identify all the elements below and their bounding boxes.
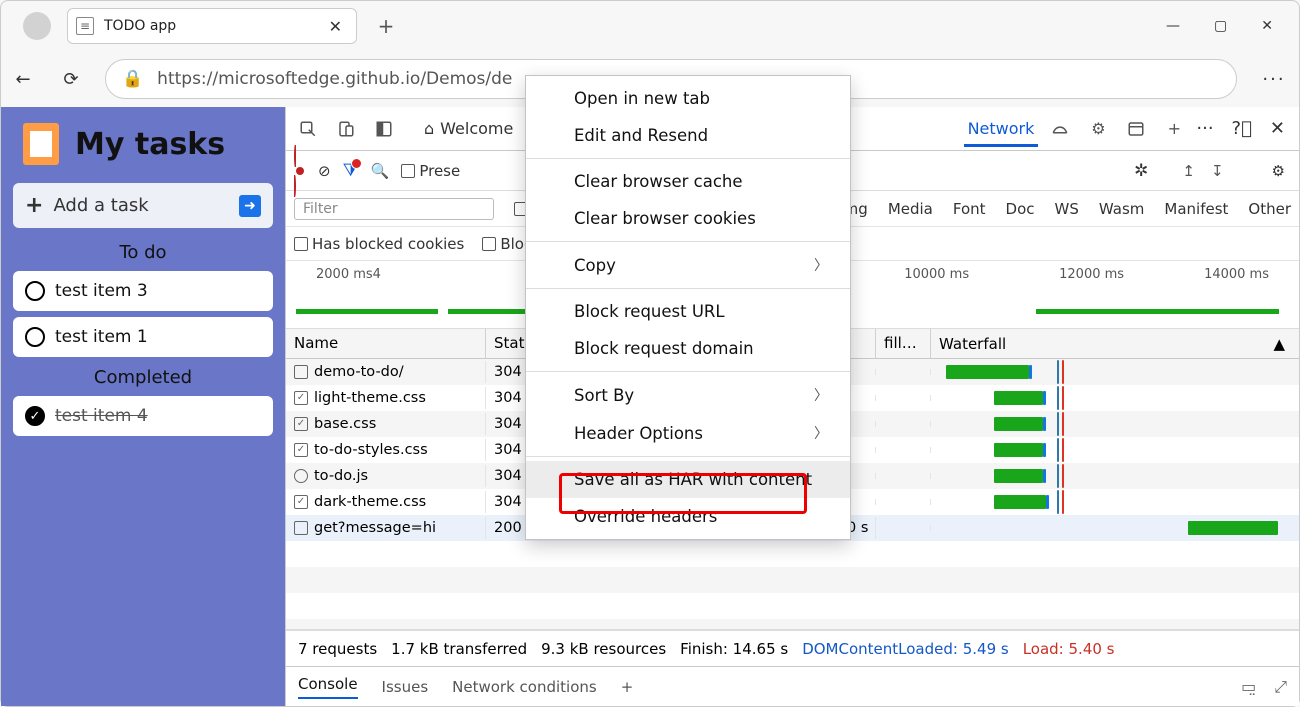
add-tab-icon[interactable]: + [1158,113,1190,145]
menu-header-options[interactable]: Header Options〉 [526,414,850,452]
menu-sort-by[interactable]: Sort By〉 [526,376,850,414]
window-close-icon[interactable]: ✕ [1261,18,1273,34]
help-icon[interactable]: ?⃝ [1232,118,1252,139]
chevron-right-icon: 〉 [814,385,828,405]
settings-wrench-icon[interactable]: ✲ [1134,161,1148,181]
add-drawer-tab-icon[interactable]: + [621,678,634,696]
back-button[interactable]: ← [9,69,37,90]
preserve-log-checkbox[interactable]: Prese [401,162,460,180]
filter-funnel-icon[interactable]: ⧩ [343,160,359,181]
drawer-tab-console[interactable]: Console [298,675,358,699]
section-done-title: Completed [13,367,273,388]
section-todo-title: To do [13,242,273,263]
tab-title: TODO app [104,18,315,34]
devtools-drawer: Console Issues Network conditions + ▭̤ ⤢ [286,666,1299,706]
filter-input[interactable]: Filter [294,198,494,220]
filter-tab[interactable]: Doc [1006,198,1035,220]
network-tab[interactable]: Network [964,111,1039,147]
filter-tab[interactable]: Wasm [1099,198,1145,220]
lock-icon: 🔒 [122,69,143,89]
inspect-element-icon[interactable] [292,113,324,145]
checkbox-icon-checked[interactable] [25,406,45,426]
filter-tab[interactable]: Font [953,198,986,220]
css-icon [294,443,308,457]
app-logo-icon [23,123,59,165]
close-devtools-icon[interactable]: ✕ [1270,118,1285,139]
menu-block-domain[interactable]: Block request domain [526,330,850,367]
network-summary-bar: 7 requests 1.7 kB transferred 9.3 kB res… [286,630,1299,666]
search-icon[interactable]: 🔍 [371,162,390,180]
plus-icon: + [25,193,43,218]
filter-tab[interactable]: Other [1248,198,1291,220]
more-tools-icon[interactable]: ··· [1196,118,1213,139]
menu-block-url[interactable]: Block request URL [526,293,850,330]
import-har-icon[interactable]: ↥ [1182,162,1195,180]
filter-tab[interactable]: Manifest [1164,198,1228,220]
empty-rows [286,541,1299,630]
performance-icon[interactable] [1044,113,1076,145]
task-item[interactable]: test item 1 [13,317,273,357]
css-icon [294,495,308,509]
menu-save-har[interactable]: Save all as HAR with content [526,461,850,498]
new-tab-button[interactable]: + [369,14,403,38]
drawer-tab-network-conditions[interactable]: Network conditions [452,678,597,696]
menu-edit-resend[interactable]: Edit and Resend [526,117,850,154]
record-button[interactable] [294,147,306,195]
device-toggle-icon[interactable] [330,113,362,145]
export-har-icon[interactable]: ↧ [1211,162,1224,180]
context-menu: Open in new tab Edit and Resend Clear br… [525,75,851,540]
menu-clear-cache[interactable]: Clear browser cache [526,163,850,200]
dock-side-icon[interactable] [368,113,400,145]
tab-close-icon[interactable]: ✕ [325,17,346,36]
welcome-tab[interactable]: ⌂Welcome [420,111,517,146]
add-task-submit-icon[interactable]: ➜ [239,195,261,217]
application-icon[interactable] [1120,113,1152,145]
doc-icon [294,521,308,535]
sort-arrow-icon: ▲ [1273,335,1285,353]
menu-open-new-tab[interactable]: Open in new tab [526,80,850,117]
network-settings-icon[interactable]: ⚙ [1272,162,1285,180]
menu-override-headers[interactable]: Override headers [526,498,850,535]
refresh-button[interactable]: ⟳ [57,69,85,90]
profile-avatar[interactable] [23,12,51,40]
gear-icon[interactable]: ⚙ [1082,113,1114,145]
doc-icon [294,365,308,379]
filter-tab[interactable]: WS [1055,198,1079,220]
window-minimize-icon[interactable]: — [1166,18,1180,34]
js-icon [294,469,308,483]
drawer-tab-issues[interactable]: Issues [382,678,429,696]
chevron-right-icon: 〉 [814,255,828,275]
css-icon [294,417,308,431]
browser-tab[interactable]: ≡ TODO app ✕ [67,8,357,44]
todo-app-panel: My tasks + Add a task ➜ To do test item … [1,107,285,706]
add-task-input[interactable]: + Add a task ➜ [13,183,273,228]
app-title: My tasks [75,127,225,162]
chevron-right-icon: 〉 [814,423,828,443]
drawer-expand-icon[interactable]: ⤢ [1274,677,1287,697]
window-maximize-icon[interactable]: ▢ [1214,18,1227,34]
clear-button[interactable]: ⊘ [318,162,331,180]
css-icon [294,391,308,405]
checkbox-icon[interactable] [25,281,45,301]
filter-tab[interactable]: Media [888,198,933,220]
tab-favicon: ≡ [76,17,94,35]
blocked-cookies-checkbox[interactable]: Has blocked cookies [294,235,464,253]
browser-menu-icon[interactable]: ··· [1257,69,1291,90]
checkbox-icon[interactable] [25,327,45,347]
drawer-issues-icon[interactable]: ▭̤ [1241,677,1256,697]
url-text: https://microsoftedge.github.io/Demos/de [157,69,512,89]
add-task-label: Add a task [53,195,148,216]
menu-clear-cookies[interactable]: Clear browser cookies [526,200,850,237]
menu-copy[interactable]: Copy〉 [526,246,850,284]
task-item-completed[interactable]: test item 4 [13,396,273,436]
task-item[interactable]: test item 3 [13,271,273,311]
